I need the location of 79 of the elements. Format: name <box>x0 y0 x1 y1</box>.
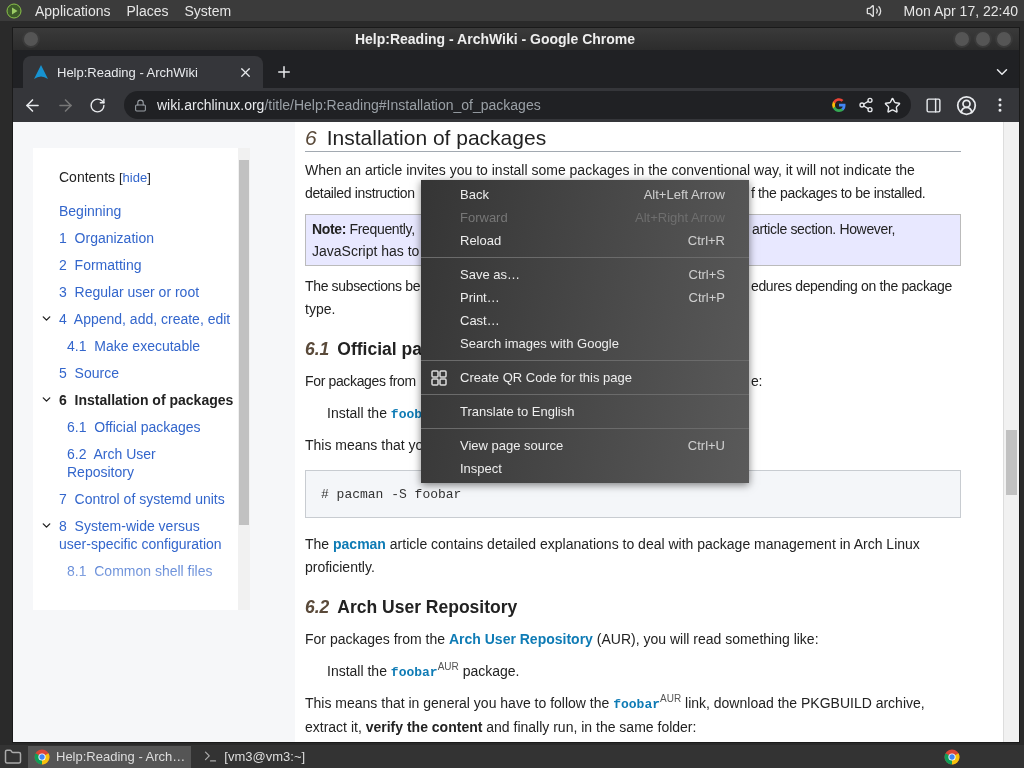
aur-link[interactable]: AUR <box>437 661 459 673</box>
text-fragment: article section. However, <box>752 220 895 240</box>
toc-link[interactable]: 1 Organization <box>59 229 234 248</box>
quote-text: Install the foobar$^{AUR}$ package. <box>326 660 521 683</box>
toc-link[interactable]: 8 System-wide versus user-specific configuration <box>59 517 234 554</box>
paragraph: This means that in general you have to follow the foobar$^{AUR}$ link, download the PKGBUILD archive, extract it, verify the content and finally run, in the same folder: <box>305 692 926 738</box>
g-logo-icon[interactable] <box>830 96 848 115</box>
link[interactable]: pacman <box>333 536 386 553</box>
page-scrollbar[interactable] <box>1003 122 1019 743</box>
browser-tab[interactable]: Help:Reading - ArchWiki <box>23 56 263 89</box>
menu-item[interactable]: Translate to English <box>421 400 749 424</box>
aur-link[interactable]: AUR <box>660 693 682 705</box>
triangle-logo-icon <box>33 64 49 81</box>
link[interactable]: Arch User Repository <box>448 631 593 648</box>
tray-browser-icon[interactable] <box>944 748 960 765</box>
address-bar[interactable]: wiki.archlinux.org/title/Help:Reading#Installation_of_packages <box>124 91 911 120</box>
panel-menu[interactable]: Applications <box>32 2 114 19</box>
menu-item[interactable]: Print… Ctrl+P <box>421 286 749 310</box>
side-panel-icon[interactable] <box>925 96 942 114</box>
taskbar-button[interactable]: [vm3@vm3:~] <box>197 745 312 768</box>
package-link[interactable]: foobar <box>613 697 660 713</box>
panel-menu[interactable]: Places <box>123 2 172 19</box>
paragraph: The pacman article contains detailed explanations to deal with package management in Arch Linux proficiently. <box>305 535 921 578</box>
toc-link[interactable]: 6.2 Arch User Repository <box>67 445 217 482</box>
volume-icon[interactable] <box>865 3 882 20</box>
toc-link[interactable]: 4.1 Make executable <box>67 337 217 356</box>
toc-scrollbar[interactable] <box>238 148 250 611</box>
toc-link[interactable]: Beginning <box>59 202 234 221</box>
toc-link[interactable]: 4 Append, add, create, edit <box>59 310 234 329</box>
text-fragment: For packages from <box>305 372 416 392</box>
profile-icon[interactable] <box>956 94 977 116</box>
browser-icon <box>34 748 50 765</box>
section-heading: Installation of packages <box>326 125 547 152</box>
text-fragment: edures depending on the package <box>751 277 952 297</box>
hide-toggle: [hide] <box>118 170 151 186</box>
panel-menu[interactable]: System <box>181 2 235 19</box>
toc-link[interactable]: 8.1 Common shell files <box>67 562 217 581</box>
text-fragment: The subsections be <box>305 277 421 297</box>
section-number: 6 <box>305 125 317 152</box>
window-title: Help:Reading - ArchWiki - Google Chrome <box>353 31 637 48</box>
text-fragment: detailed instruction <box>305 184 415 204</box>
package-link[interactable]: foob <box>390 407 423 423</box>
text-fragment: Install the foob <box>327 404 423 425</box>
section-number: 6.1 <box>305 338 330 362</box>
lock-icon <box>134 98 147 112</box>
text-fragment: When an article invites you to install some packages in the conventional way, it will not indicate the <box>305 161 915 181</box>
toc-link[interactable]: 6 Installation of packages <box>59 391 234 410</box>
section-heading: Official pa <box>337 338 422 362</box>
text-fragment: Note: Frequently, <box>312 220 415 240</box>
menu-item[interactable]: Save as… Ctrl+S <box>421 263 749 287</box>
section-number: 6.2 <box>305 596 330 620</box>
terminal-icon <box>203 749 219 764</box>
toc-link[interactable]: 2 Formatting <box>59 256 234 275</box>
bookmark-star-icon[interactable] <box>884 96 901 114</box>
text-fragment: type. <box>305 300 336 320</box>
app-menu-icon[interactable] <box>6 2 22 19</box>
taskbar-button[interactable]: Help:Reading - Arch… <box>28 745 192 768</box>
section-heading: Arch User Repository <box>337 596 518 620</box>
clock-text: Mon Apr 17, 22:40 <box>903 2 1018 19</box>
toc-link[interactable]: 6.1 Official packages <box>67 418 217 437</box>
menu-item[interactable]: Cast… <box>421 309 749 333</box>
toc-link[interactable]: 5 Source <box>59 364 234 383</box>
menu-item[interactable]: Back Alt+Left Arrow <box>421 183 749 207</box>
share-icon[interactable] <box>858 97 874 114</box>
text-fragment: f the packages to be installed. <box>751 184 926 204</box>
text-fragment: e: <box>751 372 762 392</box>
grid-icon <box>431 369 447 386</box>
menu-item[interactable]: Reload Ctrl+R <box>421 229 749 253</box>
toc-link[interactable]: 7 Control of systemd units <box>59 490 234 509</box>
reload-icon[interactable] <box>89 96 106 114</box>
toc-title: Contents <box>59 169 116 186</box>
menu-item[interactable]: Create QR Code for this page <box>421 366 749 390</box>
text-fragment: JavaScript has to <box>312 242 420 262</box>
menu-item[interactable]: View page source Ctrl+U <box>421 434 749 458</box>
folder-icon[interactable] <box>4 747 22 766</box>
paragraph: For packages from the Arch User Repository (AUR), you will read something like: <box>305 630 820 650</box>
package-link[interactable]: foobar <box>390 665 438 681</box>
menu-item[interactable]: Search images with Google <box>421 332 749 356</box>
toc-link[interactable]: 3 Regular user or root <box>59 283 234 302</box>
